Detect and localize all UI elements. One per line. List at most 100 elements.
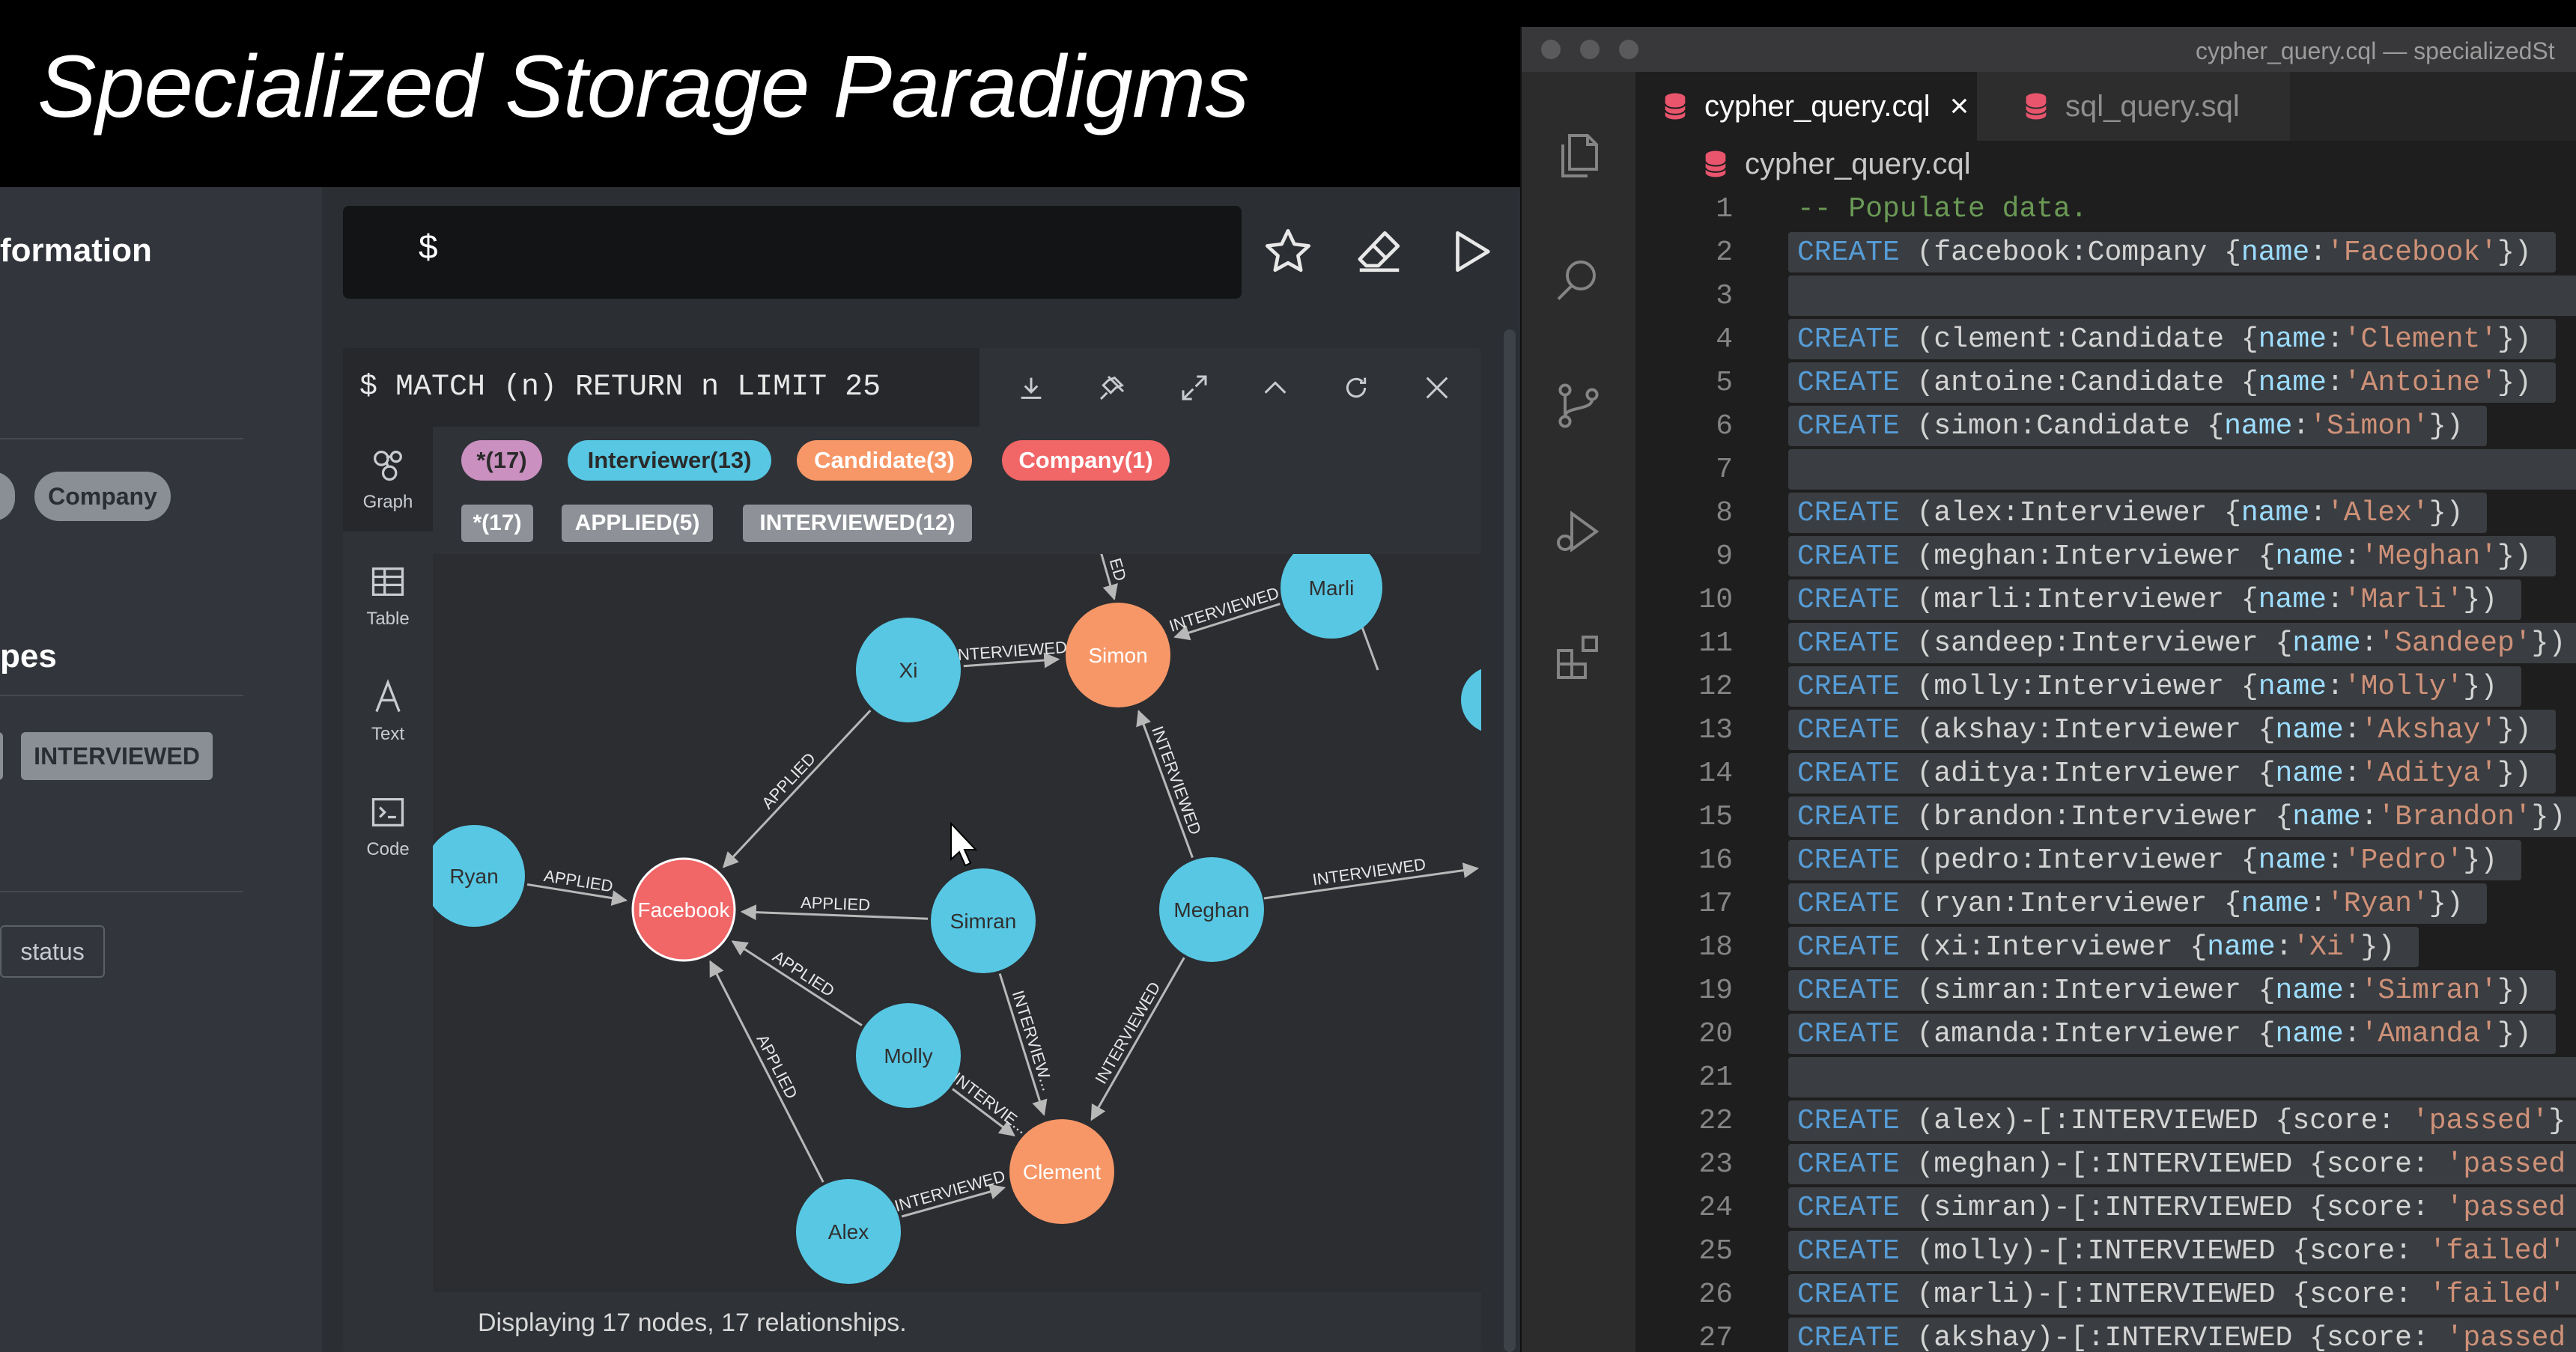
view-code-button[interactable]: Code: [343, 774, 433, 879]
code-line[interactable]: 22 CREATE (alex)-[:INTERVIEWED {score: 'p…: [1635, 1099, 2576, 1142]
code-line[interactable]: 17 CREATE (ryan:Interviewer {name:'Ryan'}…: [1635, 882, 2576, 925]
code-text: CREATE (pedro:Interviewer {name:'Pedro'}…: [1797, 844, 2497, 877]
code-line[interactable]: 10 CREATE (marli:Interviewer {name:'Marli…: [1635, 578, 2576, 621]
code-line[interactable]: 5 CREATE (antoine:Candidate {name:'Antoin…: [1635, 361, 2576, 404]
code-line[interactable]: 21: [1635, 1056, 2576, 1099]
code-line[interactable]: 7: [1635, 448, 2576, 491]
edge-molly_facebook[interactable]: [731, 940, 863, 1026]
code-line[interactable]: 15 CREATE (brandon:Interviewer {name:'Bra…: [1635, 795, 2576, 838]
code-line[interactable]: 14 CREATE (aditya:Interviewer {name:'Adit…: [1635, 752, 2576, 795]
download-icon[interactable]: [1009, 366, 1053, 409]
code-line[interactable]: 3: [1635, 274, 2576, 317]
run-play-icon[interactable]: [1441, 222, 1501, 281]
rerun-refresh-icon[interactable]: [1334, 366, 1378, 409]
graph-canvas[interactable]: INTERVIEWED INTERVIEWED APPLIED INTERVIEWED…: [433, 554, 1481, 1292]
legend-node-interviewer[interactable]: Interviewer(13): [568, 440, 771, 481]
cypher-editor[interactable]: $: [343, 206, 1242, 299]
node-label-pill-partial[interactable]: [0, 472, 15, 521]
vscode-titlebar: cypher_query.cql — specializedSt: [1522, 27, 2576, 72]
legend-rel-all[interactable]: *(17): [461, 505, 533, 542]
code-line[interactable]: 13 CREATE (akshay:Interviewer {name:'Aksh…: [1635, 708, 2576, 752]
main-scrollbar[interactable]: [1504, 329, 1516, 1352]
search-icon[interactable]: [1547, 249, 1610, 311]
fullscreen-icon[interactable]: [1173, 366, 1216, 409]
pin-icon[interactable]: [1090, 366, 1134, 409]
breadcrumb[interactable]: cypher_query.cql: [1635, 141, 2576, 187]
code-line[interactable]: 4 CREATE (clement:Candidate {name:'Clemen…: [1635, 317, 2576, 361]
frame-query-text: $ MATCH (n) RETURN n LIMIT 25: [359, 371, 881, 404]
window-minimize-dot[interactable]: [1580, 40, 1600, 59]
node-facebook[interactable]: Facebook: [631, 857, 736, 962]
code-line[interactable]: 12 CREATE (molly:Interviewer {name:'Molly…: [1635, 665, 2576, 708]
collapse-chevron-up-icon[interactable]: [1254, 366, 1297, 409]
slide-title: Specialized Storage Paradigms: [37, 37, 1249, 136]
code-line[interactable]: 2 CREATE (facebook:Company {name:'Faceboo…: [1635, 231, 2576, 274]
run-debug-icon[interactable]: [1547, 500, 1610, 563]
code-line[interactable]: 6 CREATE (simon:Candidate {name:'Simon'}): [1635, 404, 2576, 448]
code-editor[interactable]: 1 -- Populate data. 2 CREATE (facebook:Comp…: [1635, 187, 2576, 1352]
line-number: 19: [1698, 975, 1733, 1007]
line-number: 11: [1698, 627, 1733, 660]
node-partial-offscreen[interactable]: [1461, 666, 1481, 734]
line-number: 13: [1698, 714, 1733, 746]
explorer-files-icon[interactable]: [1547, 124, 1610, 187]
code-line[interactable]: 23 CREATE (meghan)-[:INTERVIEWED {score: …: [1635, 1142, 2576, 1186]
code-line[interactable]: 8 CREATE (alex:Interviewer {name:'Alex'}): [1635, 491, 2576, 535]
view-table-button[interactable]: Table: [343, 543, 433, 648]
window-zoom-dot[interactable]: [1619, 40, 1638, 59]
close-frame-icon[interactable]: [1415, 366, 1459, 409]
extensions-icon[interactable]: [1547, 626, 1610, 689]
line-number: 16: [1698, 844, 1733, 877]
code-line[interactable]: 16 CREATE (pedro:Interviewer {name:'Pedro…: [1635, 838, 2576, 882]
tab-cypher-query[interactable]: cypher_query.cql ×: [1635, 72, 1977, 141]
window-close-dot[interactable]: [1541, 40, 1561, 59]
view-text-button[interactable]: Text: [343, 659, 433, 764]
node-molly[interactable]: Molly: [856, 1003, 961, 1108]
rel-type-tag-partial[interactable]: [0, 732, 3, 780]
edge-meghan_clement[interactable]: [1090, 957, 1185, 1121]
graph-visualization[interactable]: INTERVIEWEDINTERVIEWEDAPPLIED INTERVIEWED…: [433, 554, 1481, 1292]
node-marli[interactable]: Marli: [1281, 554, 1382, 639]
legend-node-company[interactable]: Company(1): [1002, 440, 1170, 481]
frame-query-box[interactable]: $ MATCH (n) RETURN n LIMIT 25: [343, 348, 979, 427]
code-line[interactable]: 20 CREATE (amanda:Interviewer {name:'Aman…: [1635, 1012, 2576, 1056]
source-control-icon[interactable]: [1547, 374, 1610, 437]
edge-alex_facebook[interactable]: [709, 960, 824, 1183]
node-meghan[interactable]: Meghan: [1159, 857, 1264, 962]
property-key-status[interactable]: status: [0, 925, 105, 978]
code-line[interactable]: 26 CREATE (marli)-[:INTERVIEWED {score: '…: [1635, 1273, 2576, 1316]
sidebar-divider: [0, 438, 243, 439]
legend-node-all[interactable]: *(17): [461, 440, 542, 481]
node-ryan[interactable]: Ryan: [433, 825, 525, 927]
code-line[interactable]: 1 -- Populate data.: [1635, 187, 2576, 231]
code-line[interactable]: 24 CREATE (simran)-[:INTERVIEWED {score: …: [1635, 1186, 2576, 1229]
code-line[interactable]: 9 CREATE (meghan:Interviewer {name:'Megha…: [1635, 535, 2576, 578]
node-label-pill-company[interactable]: Company: [34, 472, 171, 521]
line-number: 23: [1698, 1148, 1733, 1181]
tab-close-icon[interactable]: ×: [1950, 88, 1969, 125]
code-line[interactable]: 18 CREATE (xi:Interviewer {name:'Xi'}): [1635, 925, 2576, 969]
node-simran[interactable]: Simran: [931, 868, 1036, 973]
code-text: CREATE (amanda:Interviewer {name:'Amanda…: [1797, 1018, 2532, 1050]
tab-sql-query[interactable]: sql_query.sql: [1977, 72, 2290, 141]
code-line[interactable]: 27 CREATE (akshay)-[:INTERVIEWED {score: …: [1635, 1316, 2576, 1352]
code-line[interactable]: 19 CREATE (simran:Interviewer {name:'Simr…: [1635, 969, 2576, 1012]
node-xi[interactable]: Xi: [856, 618, 961, 722]
node-clement[interactable]: Clement: [1009, 1119, 1114, 1224]
legend-rel-interviewed[interactable]: INTERVIEWED(12): [743, 505, 972, 542]
rel-type-tag-interviewed[interactable]: INTERVIEWED: [21, 732, 213, 780]
legend-rel-applied[interactable]: APPLIED(5): [562, 505, 713, 542]
favorite-star-icon[interactable]: [1258, 222, 1318, 281]
legend-node-candidate[interactable]: Candidate(3): [797, 440, 972, 481]
edge-marli-partial[interactable]: [1360, 624, 1379, 671]
node-simon[interactable]: Simon: [1066, 603, 1170, 707]
node-alex[interactable]: Alex: [796, 1179, 901, 1284]
sidebar-heading-relationship-types: pes: [0, 638, 57, 675]
code-line[interactable]: 25 CREATE (molly)-[:INTERVIEWED {score: '…: [1635, 1229, 2576, 1273]
edge-xi_facebook[interactable]: [722, 709, 872, 868]
clear-eraser-icon[interactable]: [1349, 222, 1409, 281]
node-label-simran: Simran: [950, 910, 1017, 933]
code-text: CREATE (xi:Interviewer {name:'Xi'}): [1797, 931, 2396, 963]
view-graph-button[interactable]: Graph: [343, 427, 433, 532]
code-line[interactable]: 11 CREATE (sandeep:Interviewer {name:'San…: [1635, 621, 2576, 665]
